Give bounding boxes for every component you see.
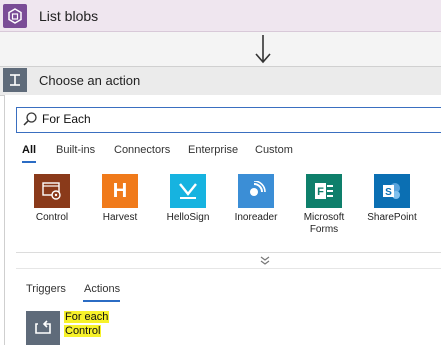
- result-subtitle: Control: [64, 325, 102, 337]
- svg-text:S: S: [385, 187, 392, 198]
- connector-microsoft-forms[interactable]: F Microsoft Forms: [294, 174, 354, 236]
- connector-hellosign[interactable]: HelloSign: [158, 174, 218, 224]
- connector-sharepoint[interactable]: S SharePoint: [362, 174, 422, 224]
- control-icon: [34, 174, 70, 208]
- connector-harvest[interactable]: H Harvest: [90, 174, 150, 224]
- forms-icon: F: [306, 174, 342, 208]
- connector-label: Microsoft Forms: [303, 212, 345, 235]
- connector-label: Control: [35, 212, 69, 223]
- tab-connectors[interactable]: Connectors: [114, 144, 170, 156]
- active-tab-indicator: [22, 161, 36, 163]
- sharepoint-icon: S: [374, 174, 410, 208]
- down-arrow-icon: [255, 35, 271, 64]
- search-icon: [23, 112, 37, 126]
- blob-storage-icon: [3, 4, 27, 28]
- connector-area: [0, 32, 441, 66]
- action-title: Choose an action: [39, 73, 141, 88]
- tab-actions[interactable]: Actions: [84, 283, 120, 295]
- connector-label: Harvest: [102, 212, 138, 223]
- tab-enterprise[interactable]: Enterprise: [188, 144, 238, 156]
- tab-custom[interactable]: Custom: [255, 144, 293, 156]
- tab-all[interactable]: All: [22, 144, 36, 156]
- divider: [16, 268, 441, 269]
- hellosign-icon: [170, 174, 206, 208]
- search-value: For Each: [42, 112, 91, 126]
- connector-label: Inoreader: [234, 212, 278, 223]
- connector-control[interactable]: Control: [22, 174, 82, 224]
- inoreader-icon: [238, 174, 274, 208]
- connector-label: HelloSign: [166, 212, 210, 223]
- step-title: List blobs: [39, 8, 99, 24]
- chevron-down-icon[interactable]: [258, 255, 272, 267]
- divider: [16, 252, 441, 253]
- harvest-icon: H: [102, 174, 138, 208]
- active-subtab-indicator: [83, 300, 120, 302]
- connector-label: SharePoint: [367, 212, 417, 223]
- tab-built-ins[interactable]: Built-ins: [56, 144, 95, 156]
- result-title[interactable]: For each: [64, 311, 110, 323]
- loop-icon[interactable]: [26, 311, 60, 345]
- svg-text:F: F: [317, 186, 324, 198]
- tab-triggers[interactable]: Triggers: [26, 283, 66, 295]
- action-icon: [3, 68, 27, 92]
- connector-inoreader[interactable]: Inoreader: [226, 174, 286, 224]
